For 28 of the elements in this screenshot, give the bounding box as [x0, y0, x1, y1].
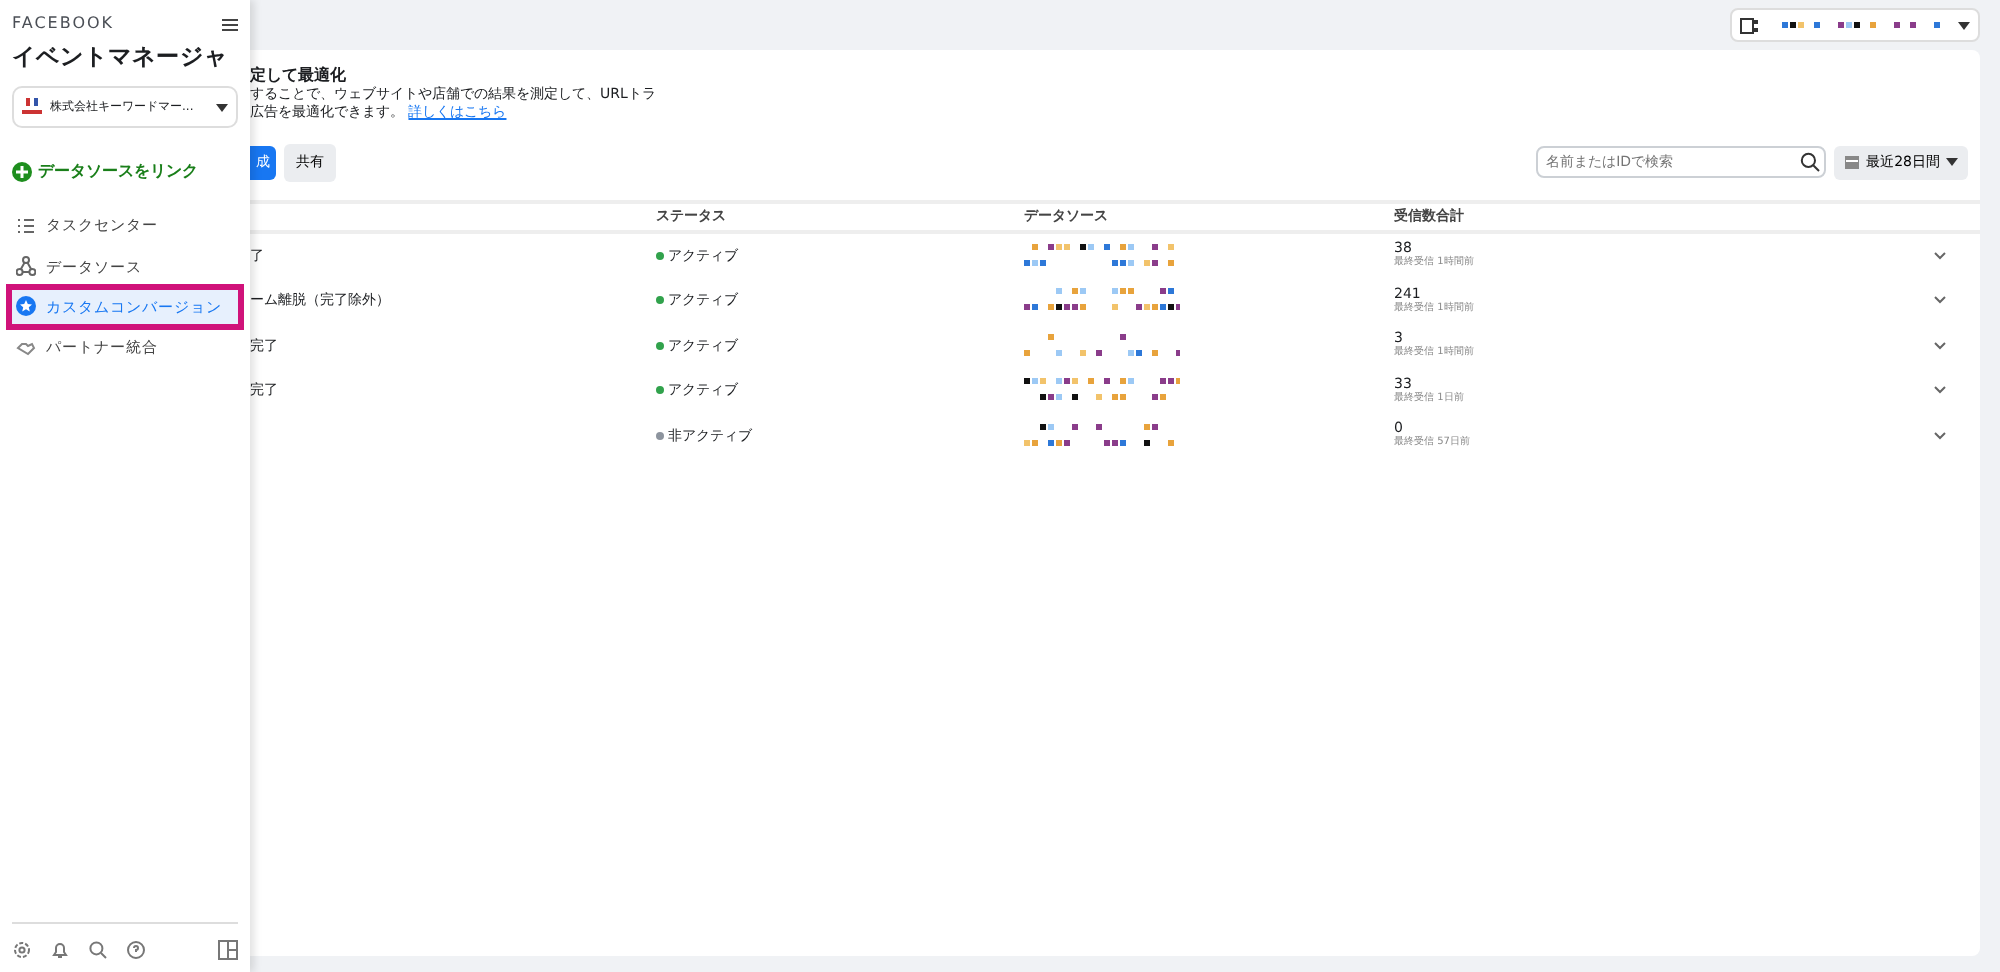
chevron-down-icon[interactable] [1934, 296, 1946, 305]
caret-icon [1946, 158, 1958, 167]
account-selector[interactable] [1730, 8, 1980, 42]
plus-icon [12, 162, 32, 183]
search-icon[interactable] [88, 940, 108, 960]
brand-logo: FACEBOOK [12, 12, 115, 36]
panel-toggle-icon[interactable] [218, 940, 238, 960]
chevron-down-icon[interactable] [1934, 251, 1946, 260]
search-icon [1800, 152, 1821, 173]
chevron-down-icon[interactable] [1934, 341, 1946, 350]
settings-icon[interactable] [12, 940, 32, 960]
section-heading: 定して最適化 [250, 66, 348, 86]
caret-icon [216, 103, 228, 112]
company-logo-icon [22, 98, 42, 117]
bell-icon[interactable] [50, 940, 70, 960]
app-title: イベントマネージャ [12, 40, 230, 74]
menu-icon[interactable] [222, 17, 238, 31]
nodes-icon [16, 256, 36, 277]
handshake-icon [16, 337, 36, 358]
chevron-down-icon[interactable] [1934, 386, 1946, 395]
ad-account-icon [1740, 17, 1758, 33]
chevron-down-icon[interactable] [1934, 431, 1946, 440]
calendar-icon [1844, 154, 1861, 171]
caret-icon [1958, 21, 1970, 29]
star-icon [16, 296, 36, 317]
link-data-source-button[interactable]: データソースをリンク [12, 160, 238, 185]
help-icon[interactable] [126, 940, 146, 960]
list-icon [16, 215, 36, 236]
